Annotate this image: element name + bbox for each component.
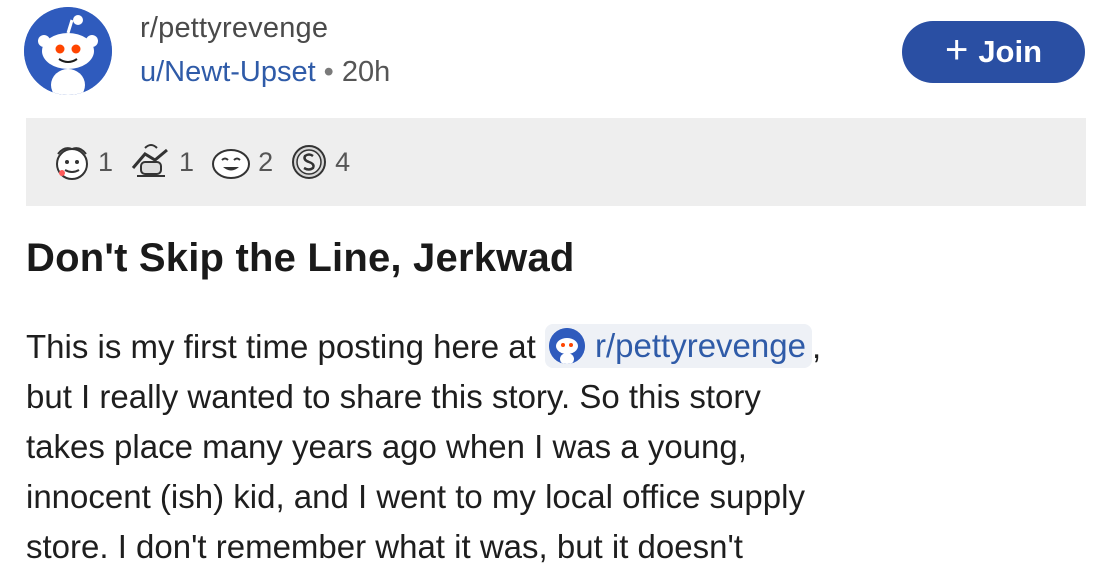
post-age: 20h (341, 56, 391, 88)
post-header: r/pettyrevenge u/Newt-Upset • 20h + Join (0, 0, 1100, 112)
helpful-award-icon (56, 147, 88, 180)
post-meta: r/pettyrevenge u/Newt-Upset • 20h (140, 8, 390, 92)
award-item[interactable]: 2 (208, 140, 273, 184)
post-body: This is my first time posting here at r/… (26, 322, 1086, 572)
subreddit-link-label: r/pettyrevenge (595, 327, 806, 365)
laughing-face-award-icon (212, 149, 251, 179)
award-count: 1 (179, 146, 195, 177)
award-item[interactable]: 1 (50, 140, 113, 184)
award-item[interactable]: 1 (127, 140, 194, 184)
author-username[interactable]: u/Newt-Upset (140, 56, 316, 88)
award-count: 2 (258, 146, 274, 177)
author-line: u/Newt-Upset • 20h (140, 52, 390, 92)
plus-icon: + (944, 28, 969, 72)
award-item[interactable]: 4 (287, 140, 350, 184)
silver-coin-award-icon (292, 145, 327, 179)
body-text-segment: This is my first time posting here at (26, 328, 536, 365)
body-line: takes place many years ago when I was a … (26, 428, 747, 465)
award-count: 4 (335, 146, 351, 177)
award-count: 1 (98, 146, 114, 177)
body-line: This is my first time posting here at r/… (26, 322, 1086, 372)
join-button[interactable]: + Join (902, 21, 1085, 83)
body-line: store. I don't remember what it was, but… (26, 528, 743, 565)
subreddit-name[interactable]: r/pettyrevenge (140, 8, 390, 48)
subreddit-avatar[interactable] (24, 7, 112, 95)
post-title[interactable]: Don't Skip the Line, Jerkwad (26, 232, 575, 284)
awards-bar[interactable]: 1 1 2 4 (26, 118, 1086, 206)
body-text-segment: , (811, 328, 822, 365)
hand-shake-award-icon (131, 144, 168, 177)
body-line: innocent (ish) kid, and I went to my loc… (26, 478, 805, 515)
snoo-icon (24, 7, 112, 95)
snoo-icon (549, 328, 585, 365)
subreddit-link[interactable]: r/pettyrevenge (545, 324, 812, 369)
body-line: but I really wanted to share this story.… (26, 378, 761, 415)
meta-separator: • (323, 56, 334, 88)
join-label: Join (978, 34, 1043, 69)
